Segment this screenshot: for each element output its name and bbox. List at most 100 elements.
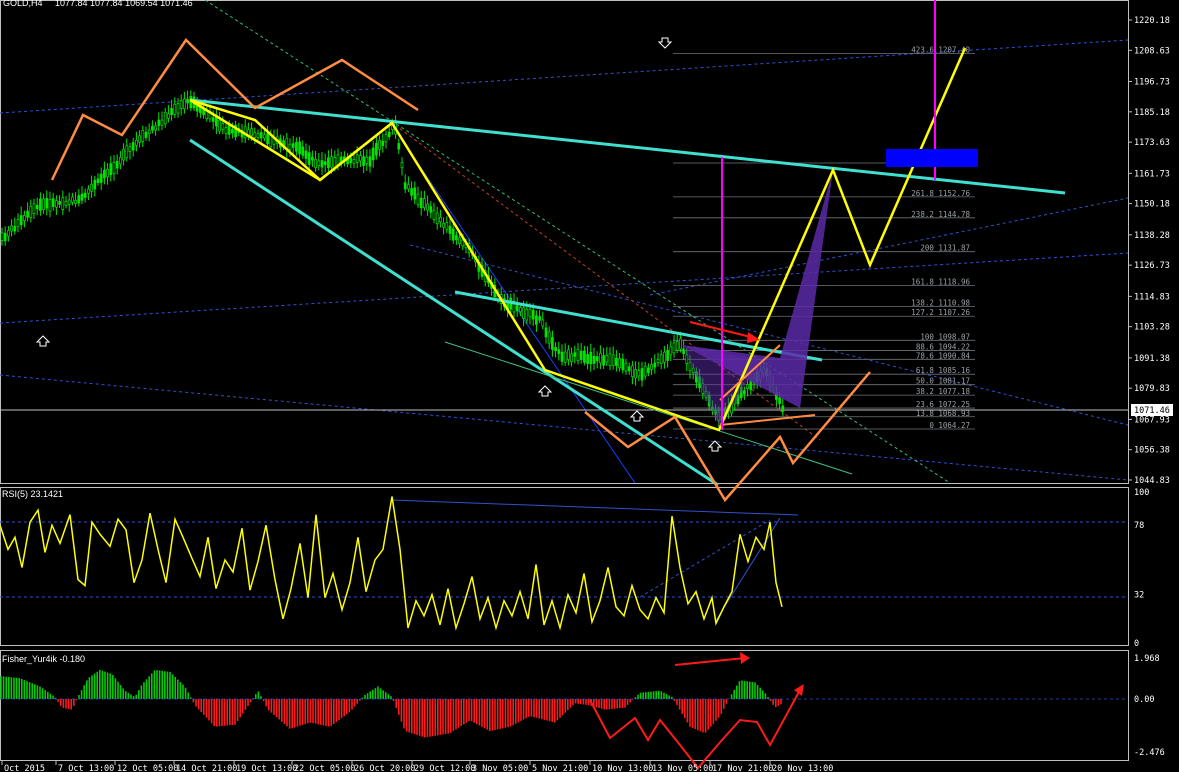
candle-body [151, 125, 154, 131]
candle-body [634, 369, 637, 379]
candle-body [183, 98, 186, 110]
candle-body [445, 222, 449, 230]
candle-body [579, 350, 583, 360]
candle-body [643, 365, 647, 377]
time-tick-label: 26 Oct 20:00 [354, 764, 415, 772]
candle-body [253, 132, 257, 138]
candle-body [157, 119, 161, 126]
fib-label: 261.8 1152.76 [911, 189, 970, 198]
candle-body [442, 223, 445, 228]
candle-body [563, 351, 567, 363]
candle-body [71, 196, 74, 203]
price-tick-label: 1196.73 [1134, 78, 1170, 88]
time-tick-label: 5 Nov 21:00 [532, 764, 588, 772]
candle-body [179, 100, 183, 109]
candle-body [541, 319, 545, 327]
price-tick-label: 1220.18 [1134, 16, 1170, 26]
candle-body [259, 132, 263, 139]
candle-body [307, 152, 311, 165]
candle-body [90, 183, 93, 192]
candle-body [589, 351, 593, 365]
candle-body [19, 215, 23, 226]
candle-body [115, 160, 119, 169]
candle-body [746, 383, 749, 389]
candle-body [387, 131, 391, 137]
candle-body [141, 130, 145, 142]
candle-body [426, 203, 429, 211]
candle-body [413, 187, 417, 200]
candle-body [352, 159, 356, 164]
candle-body [10, 225, 13, 232]
fisher-level-label: -2.476 [1134, 748, 1165, 758]
fib-label: 138.2 1110.98 [911, 298, 970, 307]
candle-body [106, 169, 109, 178]
candle-body [99, 173, 103, 183]
candle-body [58, 201, 61, 205]
candle-body [618, 358, 621, 369]
candle-body [39, 198, 42, 211]
candle-body [547, 331, 551, 344]
candle-body [349, 157, 353, 163]
rsi-level-label: 0 [1134, 639, 1139, 649]
rsi-level-label: 100 [1134, 488, 1149, 498]
price-tick-label: 1091.38 [1134, 354, 1170, 364]
candle-body [407, 184, 410, 190]
candle-body [64, 200, 68, 206]
candle-body [666, 349, 669, 361]
candle-body [519, 307, 522, 313]
candle-body [608, 353, 612, 366]
candle-body [295, 141, 298, 152]
fib-label: 100 1098.07 [920, 332, 970, 341]
candle-body [368, 156, 372, 167]
candle-body [595, 356, 599, 362]
candle-body [61, 197, 65, 210]
candle-body [743, 390, 746, 395]
candle-body [186, 98, 189, 104]
fib-label: 38.2 1077.18 [916, 387, 971, 396]
trading-chart[interactable]: GOLD,H4 1077.84 1077.84 1069.54 1071.46 … [0, 0, 1179, 772]
candle-body [397, 143, 401, 150]
candle-body [451, 228, 455, 241]
candle-body [77, 195, 81, 204]
candle-body [103, 169, 106, 179]
candle-body [599, 352, 602, 364]
fisher-level-label: 1.968 [1134, 654, 1160, 664]
candle-body [419, 197, 423, 209]
candle-body [218, 119, 221, 132]
candle-body [528, 308, 532, 318]
candle-body [461, 239, 465, 247]
candle-body [384, 134, 388, 143]
candle-body [80, 193, 84, 201]
candle-body [323, 161, 327, 166]
candle-body [362, 156, 365, 166]
fisher-level-label: 0.00 [1134, 695, 1154, 705]
candle-body [266, 133, 269, 145]
candle-body [288, 143, 292, 150]
candle-body [227, 124, 231, 135]
candle-body [128, 146, 132, 153]
candle-body [538, 316, 541, 321]
candle-body [298, 141, 301, 155]
candle-body [96, 178, 100, 183]
time-tick-label: 12 Oct 05:00 [117, 764, 178, 772]
candle-body [83, 192, 87, 198]
candle-body [224, 127, 228, 134]
price-tick-label: 1114.83 [1134, 292, 1170, 302]
time-tick-label: 22 Oct 05:00 [294, 764, 355, 772]
candle-body [439, 216, 442, 223]
candle-body [3, 232, 7, 242]
time-tick-label: 3 Nov 05:00 [472, 764, 528, 772]
candle-body [119, 157, 122, 165]
candle-body [781, 405, 785, 412]
fib-label: 61.8 1085.16 [916, 366, 971, 375]
candle-body [525, 308, 529, 321]
candle-body [163, 111, 167, 125]
rsi-level-label: 32 [1134, 591, 1144, 601]
candle-body [29, 206, 33, 218]
candle-body [435, 212, 439, 225]
candle-body [637, 370, 641, 377]
candle-body [381, 141, 385, 146]
price-tick-label: 1067.93 [1134, 415, 1170, 425]
candle-body [544, 327, 548, 338]
rsi-level-label: 78 [1134, 521, 1144, 531]
